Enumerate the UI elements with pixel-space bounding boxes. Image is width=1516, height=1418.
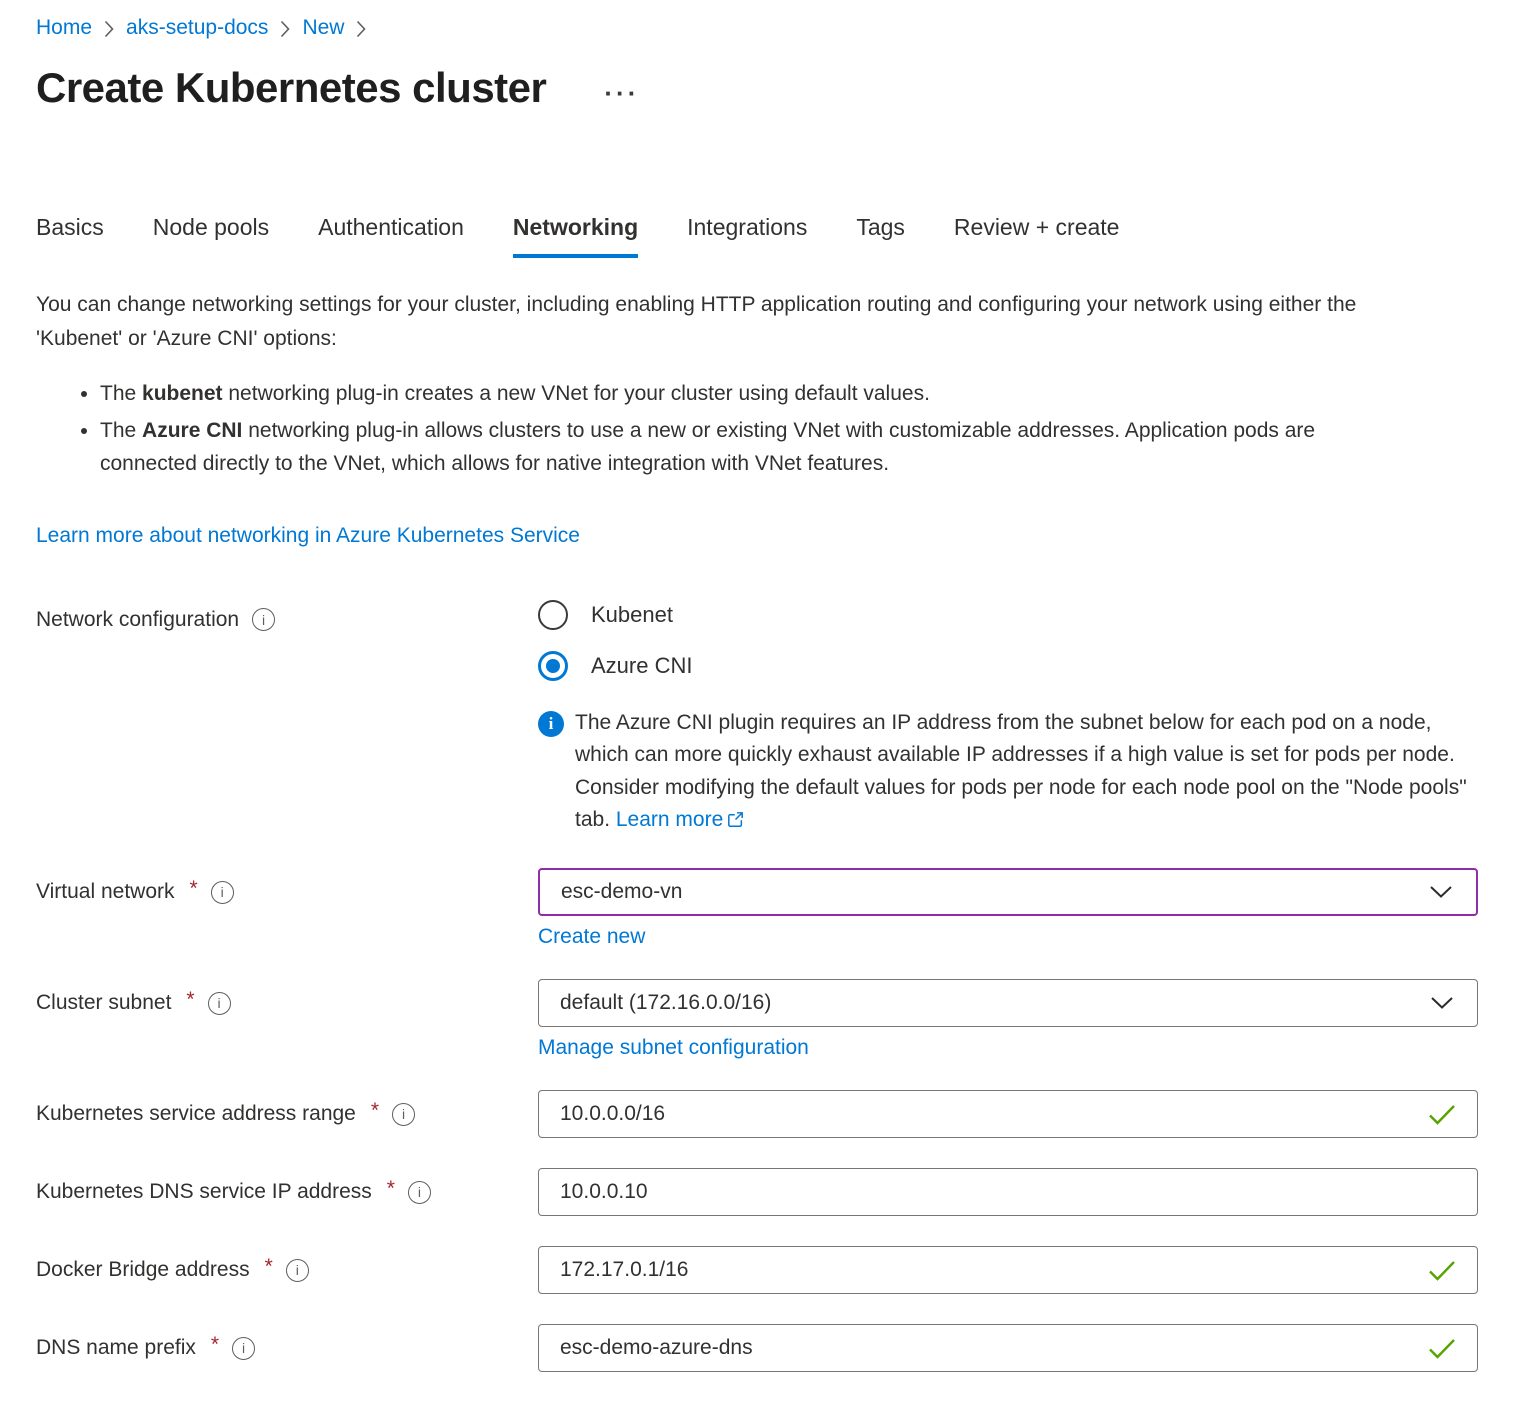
valid-check-icon: [1428, 1260, 1456, 1286]
kubenet-bullet: The kubenet networking plug-in creates a…: [100, 377, 1381, 411]
dns-name-prefix-label-group: DNS name prefix * i: [36, 1324, 538, 1372]
virtual-network-dropdown[interactable]: esc-demo-vn: [538, 868, 1478, 916]
bullet-bold-text: Azure CNI: [142, 419, 242, 442]
chevron-down-icon: [1431, 997, 1453, 1009]
valid-check-icon: [1428, 1104, 1456, 1130]
wizard-tabs: Basics Node pools Authentication Network…: [36, 214, 1480, 258]
external-link-icon: [727, 806, 744, 838]
info-tooltip-icon[interactable]: i: [252, 608, 275, 631]
more-options-button[interactable]: ···: [598, 70, 645, 107]
bullet-text: networking plug-in creates a new VNet fo…: [223, 382, 930, 405]
field-label: Docker Bridge address: [36, 1258, 250, 1282]
dns-service-ip-row: Kubernetes DNS service IP address * i: [36, 1168, 1480, 1216]
networking-form: Network configuration i Kubenet Azure CN…: [36, 600, 1480, 1372]
required-asterisk: *: [190, 877, 198, 901]
field-label: Cluster subnet: [36, 991, 171, 1015]
field-label: Network configuration: [36, 608, 239, 632]
field-label: Virtual network: [36, 880, 175, 904]
required-asterisk: *: [265, 1255, 273, 1279]
network-configuration-row: Network configuration i Kubenet Azure CN…: [36, 600, 1480, 838]
dns-service-ip-label-group: Kubernetes DNS service IP address * i: [36, 1168, 538, 1216]
tab-authentication[interactable]: Authentication: [318, 214, 464, 258]
cluster-subnet-label-group: Cluster subnet * i: [36, 979, 538, 1027]
bullet-text: networking plug-in allows clusters to us…: [100, 419, 1315, 476]
virtual-network-label-group: Virtual network * i: [36, 868, 538, 916]
azure-cni-info-note: i The Azure CNI plugin requires an IP ad…: [538, 707, 1478, 838]
required-asterisk: *: [186, 988, 194, 1012]
tab-integrations[interactable]: Integrations: [687, 214, 807, 258]
cluster-subnet-dropdown[interactable]: default (172.16.0.0/16): [538, 979, 1478, 1027]
dropdown-value: default (172.16.0.0/16): [560, 991, 771, 1015]
cluster-subnet-row: Cluster subnet * i default (172.16.0.0/1…: [36, 979, 1480, 1060]
create-kubernetes-cluster-page: Home aks-setup-docs New Create Kubernete…: [0, 0, 1516, 1372]
field-label: DNS name prefix: [36, 1336, 196, 1360]
bullet-text: The: [100, 419, 142, 442]
docker-bridge-label-group: Docker Bridge address * i: [36, 1246, 538, 1294]
chevron-right-icon: [280, 20, 290, 38]
chevron-down-icon: [1430, 886, 1452, 898]
tab-basics[interactable]: Basics: [36, 214, 104, 258]
service-address-range-row: Kubernetes service address range * i: [36, 1090, 1480, 1138]
docker-bridge-input[interactable]: [538, 1246, 1478, 1294]
tab-tags[interactable]: Tags: [856, 214, 905, 258]
breadcrumb-home[interactable]: Home: [36, 16, 92, 40]
bullet-text: The: [100, 382, 142, 405]
valid-check-icon: [1428, 1338, 1456, 1364]
required-asterisk: *: [387, 1177, 395, 1201]
field-label: Kubernetes DNS service IP address: [36, 1180, 372, 1204]
azure-cni-bullet: The Azure CNI networking plug-in allows …: [100, 414, 1381, 481]
networking-intro-text: You can change networking settings for y…: [36, 288, 1442, 355]
breadcrumb-new[interactable]: New: [302, 16, 344, 40]
dropdown-value: esc-demo-vn: [561, 880, 682, 904]
radio-label: Kubenet: [591, 602, 673, 628]
service-address-range-label-group: Kubernetes service address range * i: [36, 1090, 538, 1138]
required-asterisk: *: [211, 1333, 219, 1357]
bullet-bold-text: kubenet: [142, 382, 223, 405]
virtual-network-row: Virtual network * i esc-demo-vn Create n…: [36, 868, 1480, 949]
page-title: Create Kubernetes cluster: [36, 64, 546, 112]
info-tooltip-icon[interactable]: i: [211, 881, 234, 904]
info-tooltip-icon[interactable]: i: [392, 1103, 415, 1126]
networking-options-list: The kubenet networking plug-in creates a…: [36, 377, 1381, 481]
dns-service-ip-input[interactable]: [538, 1168, 1478, 1216]
docker-bridge-row: Docker Bridge address * i: [36, 1246, 1480, 1294]
radio-option-azure-cni[interactable]: Azure CNI: [538, 651, 1478, 681]
tab-networking[interactable]: Networking: [513, 214, 638, 258]
field-label: Kubernetes service address range: [36, 1102, 356, 1126]
required-asterisk: *: [371, 1099, 379, 1123]
chevron-right-icon: [356, 20, 366, 38]
network-configuration-label-group: Network configuration i: [36, 600, 538, 632]
learn-more-networking-link[interactable]: Learn more about networking in Azure Kub…: [36, 524, 580, 548]
info-tooltip-icon[interactable]: i: [286, 1259, 309, 1282]
info-tooltip-icon[interactable]: i: [208, 992, 231, 1015]
info-tooltip-icon[interactable]: i: [232, 1337, 255, 1360]
chevron-right-icon: [104, 20, 114, 38]
info-tooltip-icon[interactable]: i: [408, 1181, 431, 1204]
note-text: The Azure CNI plugin requires an IP addr…: [575, 707, 1478, 838]
tab-node-pools[interactable]: Node pools: [153, 214, 269, 258]
learn-more-link[interactable]: Learn more: [616, 808, 744, 831]
breadcrumb-aks-setup-docs[interactable]: aks-setup-docs: [126, 16, 268, 40]
radio-selected-icon: [538, 651, 568, 681]
create-new-vnet-link[interactable]: Create new: [538, 925, 645, 949]
radio-unselected-icon: [538, 600, 568, 630]
breadcrumb: Home aks-setup-docs New: [36, 16, 1480, 40]
radio-option-kubenet[interactable]: Kubenet: [538, 600, 1478, 630]
info-filled-icon: i: [538, 711, 564, 737]
radio-label: Azure CNI: [591, 653, 692, 679]
dns-name-prefix-input[interactable]: [538, 1324, 1478, 1372]
dns-name-prefix-row: DNS name prefix * i: [36, 1324, 1480, 1372]
manage-subnet-configuration-link[interactable]: Manage subnet configuration: [538, 1036, 809, 1060]
service-address-range-input[interactable]: [538, 1090, 1478, 1138]
tab-review-create[interactable]: Review + create: [954, 214, 1120, 258]
